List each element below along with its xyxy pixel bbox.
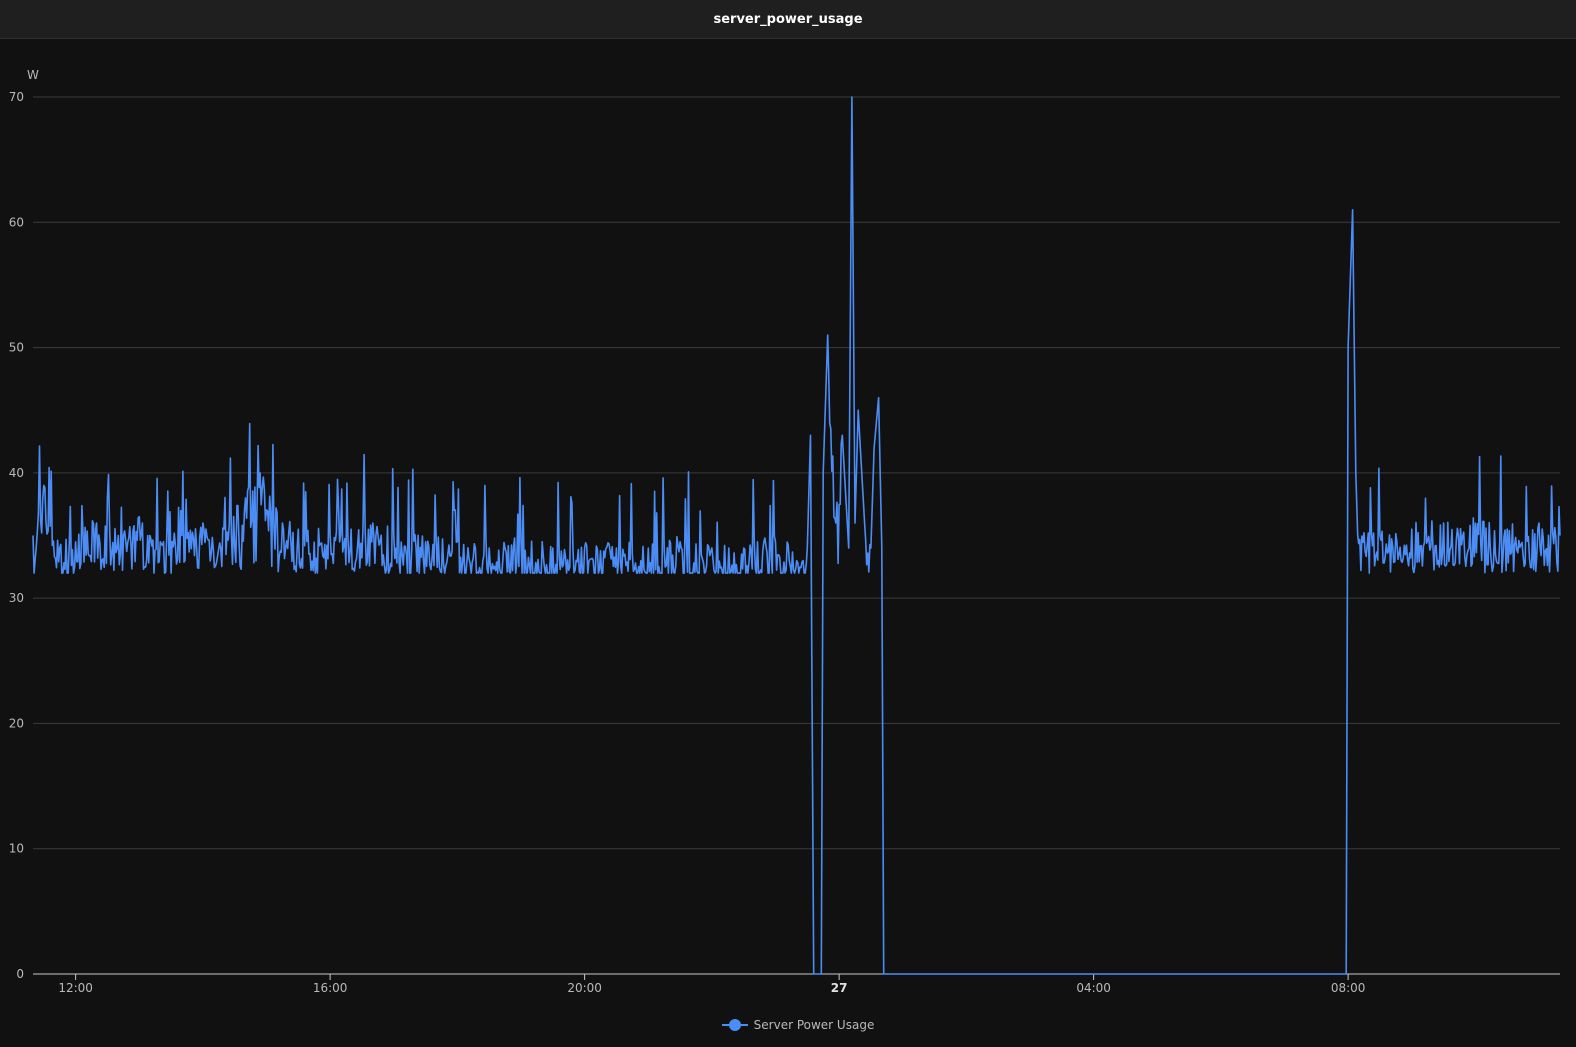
x-tick-label: 04:00: [1076, 981, 1111, 995]
y-tick-label-70: 70: [9, 90, 24, 104]
y-tick-label-30: 30: [9, 591, 24, 605]
grid: [33, 96, 1560, 850]
y-tick-label-20: 20: [9, 716, 24, 730]
series-line-server-power-usage[interactable]: [32, 96, 1561, 975]
x-tick-label: 27: [831, 981, 848, 995]
x-tick-label: 20:00: [567, 981, 602, 995]
y-tick-label-50: 50: [9, 341, 24, 355]
series-layer: [32, 96, 1561, 975]
y-tick-label-60: 60: [9, 215, 24, 229]
panel-header: server_power_usage: [0, 0, 1576, 39]
x-tick-label: 16:00: [313, 981, 348, 995]
legend-series-marker: [721, 1019, 748, 1031]
x-tick-label: 08:00: [1331, 981, 1366, 995]
x-tick-label: 12:00: [58, 981, 93, 995]
y-tick-label-40: 40: [9, 466, 24, 480]
legend[interactable]: Server Power Usage: [0, 1018, 1576, 1032]
y-axis-unit-label: W: [27, 68, 39, 82]
y-tick-label-0: 0: [16, 967, 24, 981]
power-usage-chart: 0 10 20 30 40 50 60 70 12:00 16:00 20:00 27 04:00 08:…: [9, 68, 1561, 995]
y-tick-label-10: 10: [9, 842, 24, 856]
panel-title: server_power_usage: [713, 11, 863, 27]
legend-series-label[interactable]: Server Power Usage: [754, 1018, 875, 1032]
